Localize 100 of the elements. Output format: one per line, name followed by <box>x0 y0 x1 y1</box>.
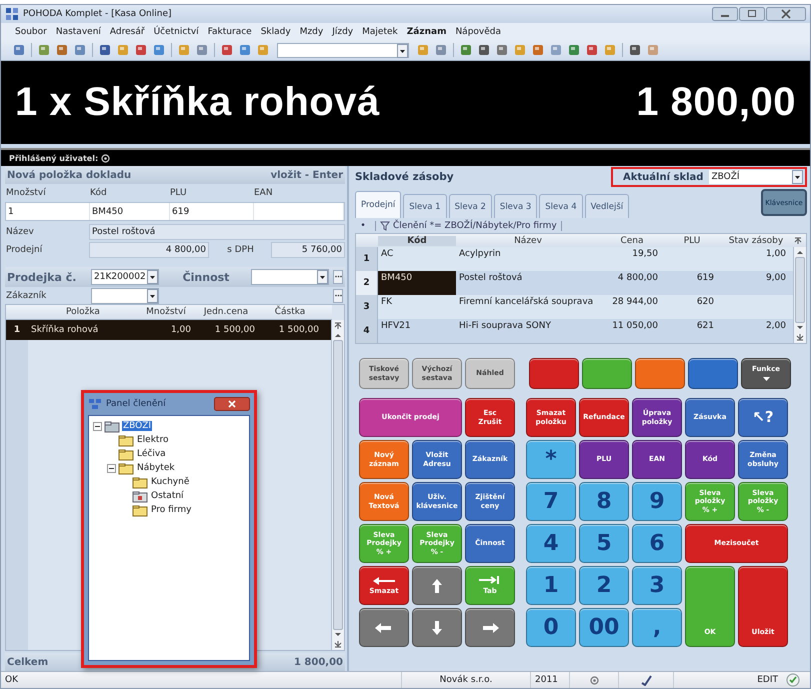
tab[interactable]: Sleva 4 <box>539 194 583 218</box>
input-field[interactable]: BM450 <box>90 203 170 220</box>
column-header[interactable]: Název <box>456 236 600 246</box>
tree-item[interactable]: Elektro <box>136 435 170 445</box>
warehouse-field[interactable]: ZBOŽÍ <box>709 170 803 184</box>
row-number[interactable]: 3 <box>356 295 378 319</box>
tab[interactable]: Prodejní <box>355 191 402 218</box>
keypad-key[interactable]: , <box>632 608 682 647</box>
toolbar-icon[interactable] <box>458 42 474 58</box>
input-field[interactable]: 619 <box>170 203 254 220</box>
keypad-key[interactable]: 1 <box>526 566 576 605</box>
column-header[interactable]: Částka <box>258 307 322 317</box>
column-header[interactable]: Cena <box>600 236 664 246</box>
toolbar-icon[interactable] <box>219 42 235 58</box>
toolbar-icon[interactable] <box>584 42 600 58</box>
customer-field[interactable] <box>91 288 159 304</box>
keypad-key[interactable] <box>412 608 462 647</box>
scrollbar[interactable] <box>331 320 344 650</box>
toolbar-icon[interactable] <box>133 42 149 58</box>
keypad-key[interactable]: 5 <box>579 524 629 563</box>
color-key[interactable] <box>582 358 632 389</box>
toolbar-icon[interactable] <box>151 42 167 58</box>
menu-item[interactable]: Adresář <box>110 26 145 36</box>
toolbar-icon[interactable] <box>54 42 70 58</box>
toolbar-combo-field[interactable] <box>277 42 409 58</box>
keypad-key[interactable]: 0 <box>526 608 576 647</box>
keypad-key[interactable]: 8 <box>579 482 629 521</box>
toolbar-icon[interactable] <box>194 42 210 58</box>
color-key[interactable] <box>529 358 579 389</box>
toolbar-icon[interactable] <box>11 42 27 58</box>
toolbar-icon[interactable] <box>97 42 113 58</box>
receipt-number-field[interactable]: 21K200002 <box>91 269 159 285</box>
row-number[interactable]: 1 <box>356 247 378 271</box>
scrollbar[interactable] <box>793 247 806 343</box>
tab[interactable]: Vedlejší <box>584 194 630 218</box>
activity-field[interactable] <box>251 269 329 285</box>
menu-item[interactable]: Jízdy <box>332 26 354 36</box>
keypad-key[interactable]: 2 <box>579 566 629 605</box>
keypad-key[interactable] <box>412 566 462 605</box>
menu-item[interactable]: Sklady <box>260 26 291 36</box>
column-header[interactable]: Množství <box>138 307 194 317</box>
column-header[interactable]: Stav zásoby <box>720 236 792 246</box>
more-button[interactable] <box>333 288 343 302</box>
menu-item[interactable]: Majetek <box>362 26 398 36</box>
arrow-icon <box>430 578 444 594</box>
tree-item[interactable]: Pro firmy <box>150 505 192 515</box>
tab[interactable]: Sleva 2 <box>448 194 492 218</box>
keypad-key[interactable]: 9 <box>632 482 682 521</box>
toolbar-icon[interactable] <box>566 42 582 58</box>
color-key[interactable] <box>688 358 738 389</box>
field-label: Kód <box>89 188 108 198</box>
tree-item[interactable]: ZBOŽÍ <box>122 421 152 431</box>
toolbar-icon[interactable] <box>237 42 253 58</box>
toolbar-icon[interactable] <box>627 42 643 58</box>
tab[interactable]: Sleva 1 <box>403 194 447 218</box>
tree-item[interactable]: Nábytek <box>136 463 176 473</box>
more-button[interactable] <box>333 270 343 284</box>
toolbar-icon[interactable] <box>36 42 52 58</box>
menu-item[interactable]: Nápověda <box>455 26 502 36</box>
toolbar-icon[interactable] <box>476 42 492 58</box>
tree-item[interactable]: Ostatní <box>150 491 185 501</box>
filter-label[interactable]: Členění *= ZBOŽÍ/Nábytek/Pro firmy <box>375 220 562 230</box>
scroll-thumb[interactable] <box>333 340 343 630</box>
tab[interactable]: Sleva 3 <box>494 194 538 218</box>
menu-item[interactable]: Mzdy <box>300 26 324 36</box>
keypad-key[interactable]: ↖? <box>738 398 788 437</box>
keypad-key[interactable]: 00 <box>579 608 629 647</box>
menu-item[interactable]: Fakturace <box>208 26 252 36</box>
toolbar-icon[interactable] <box>530 42 546 58</box>
menu-item[interactable]: Nastavení <box>56 26 101 36</box>
menu-item[interactable]: Účetnictví <box>154 26 199 36</box>
row-number[interactable]: 4 <box>356 319 378 343</box>
collapse-icon[interactable] <box>107 464 116 472</box>
toolbar-icon[interactable] <box>494 42 510 58</box>
keypad-key[interactable]: 7 <box>526 482 576 521</box>
scroll-thumb[interactable] <box>795 257 805 323</box>
toolbar-icon[interactable] <box>433 42 449 58</box>
menu-item[interactable]: Záznam <box>406 26 446 36</box>
collapse-icon[interactable] <box>93 422 102 430</box>
keypad-key[interactable]: 4 <box>526 524 576 563</box>
color-key[interactable] <box>635 358 685 389</box>
input-field[interactable]: 1 <box>6 203 90 220</box>
field-label: Množství <box>5 188 47 198</box>
toolbar-icon[interactable] <box>72 42 88 58</box>
row-number[interactable]: 2 <box>356 271 378 295</box>
column-header[interactable]: Jedn.cena <box>194 307 258 317</box>
column-header[interactable]: Položka <box>28 307 138 317</box>
keypad-key[interactable]: 6 <box>632 524 682 563</box>
tree-item[interactable]: Léčiva <box>136 449 167 459</box>
table-row[interactable]: 1 Skříňka rohová 1,00 1 500,00 1 500,00 <box>6 320 331 340</box>
menu-item[interactable]: Soubor <box>15 26 47 36</box>
keypad-key[interactable]: 3 <box>632 566 682 605</box>
keypad-key[interactable]: * <box>526 440 576 479</box>
column-header[interactable]: PLU <box>664 236 720 246</box>
keypad-key[interactable] <box>465 608 515 647</box>
column-header[interactable]: Kód <box>378 236 456 246</box>
total-value: 1 800,00 <box>294 656 343 668</box>
keypad-key[interactable] <box>359 608 409 647</box>
tree-item[interactable]: Kuchyně <box>150 477 190 487</box>
company-name: Novák s.r.o. <box>402 672 531 688</box>
